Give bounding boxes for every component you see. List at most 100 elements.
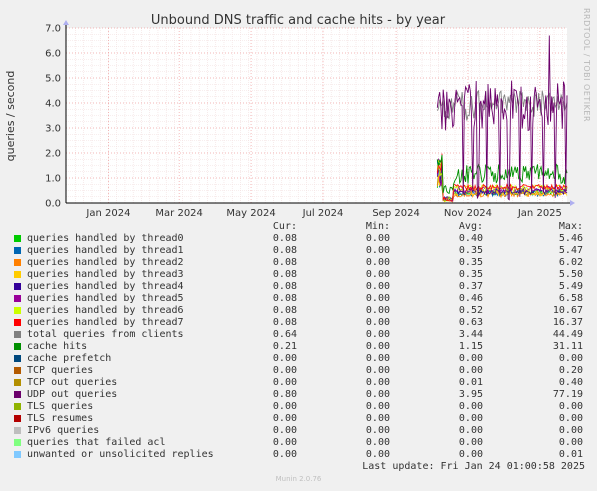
legend-series-name: cache prefetch: [27, 353, 112, 364]
legend-min: 0.00: [365, 365, 390, 376]
legend-series-name: queries handled by thread5: [27, 293, 184, 304]
legend-cur: 0.08: [272, 257, 297, 268]
y-tick-label: 4.0: [45, 99, 61, 110]
legend-swatch: [14, 283, 21, 290]
last-update: Last update: Fri Jan 24 01:00:58 2025: [362, 461, 585, 472]
legend-min: 0.00: [365, 413, 390, 424]
legend-avg: 0.35: [458, 257, 483, 268]
legend-series-name: TCP out queries: [27, 377, 118, 388]
legend-cur: 0.80: [272, 389, 297, 400]
legend-avg: 0.52: [458, 305, 483, 316]
legend-swatch: [14, 391, 21, 398]
header-cur: Cur:: [272, 221, 297, 232]
chart-title: Unbound DNS traffic and cache hits - by …: [151, 13, 446, 28]
x-tick-label: May 2024: [226, 208, 275, 219]
legend-swatch: [14, 235, 21, 242]
y-tick-label: 0.0: [45, 199, 61, 210]
legend-min: 0.00: [365, 305, 390, 316]
legend-swatch: [14, 307, 21, 314]
legend-series-name: queries handled by thread2: [27, 257, 184, 268]
x-tick-label: Sep 2024: [372, 208, 419, 219]
legend-min: 0.00: [365, 293, 390, 304]
legend-avg: 0.00: [458, 413, 483, 424]
legend-cur: 0.08: [272, 245, 297, 256]
legend-row: TCP out queries 0.00 0.00 0.01 0.40: [12, 377, 588, 389]
legend-row: queries handled by thread5 0.08 0.00 0.46 6.…: [12, 293, 588, 305]
chart-area: Unbound DNS traffic and cache hits - by …: [4, 8, 591, 219]
legend-min: 0.00: [365, 341, 390, 352]
legend-max: 10.67: [552, 305, 583, 316]
legend-min: 0.00: [365, 257, 390, 268]
legend-row: TLS resumes 0.00 0.00 0.00 0.00: [12, 413, 588, 425]
legend-swatch: [14, 319, 21, 326]
legend-avg: 0.37: [458, 281, 483, 292]
y-axis-arrow: [63, 20, 69, 25]
legend-min: 0.00: [365, 437, 390, 448]
munin-graph: Unbound DNS traffic and cache hits - by …: [0, 0, 597, 491]
legend-avg: 0.00: [458, 425, 483, 436]
legend-max: 5.50: [558, 269, 583, 280]
legend-series-name: queries handled by thread0: [27, 233, 184, 244]
legend-row: queries handled by thread4 0.08 0.00 0.37 5.…: [12, 281, 588, 293]
x-tick-label: Nov 2024: [444, 208, 492, 219]
legend-cur: 0.00: [272, 449, 297, 460]
legend-swatch: [14, 331, 21, 338]
legend-cur: 0.08: [272, 305, 297, 316]
legend-avg: 0.40: [458, 233, 483, 244]
legend-avg: 0.00: [458, 401, 483, 412]
legend-swatch: [14, 439, 21, 446]
legend-swatch: [14, 379, 21, 386]
y-tick-label: 5.0: [45, 74, 61, 85]
munin-version: Munin 2.0.76: [275, 475, 322, 483]
legend-max: 5.46: [558, 233, 583, 244]
header-min: Min:: [365, 221, 390, 232]
legend-min: 0.00: [365, 317, 390, 328]
legend-avg: 0.01: [458, 377, 483, 388]
legend-cur: 0.08: [272, 269, 297, 280]
legend-avg: 1.15: [458, 341, 483, 352]
legend-swatch: [14, 259, 21, 266]
legend-avg: 0.46: [458, 293, 483, 304]
legend-row: queries handled by thread0 0.08 0.00 0.40 5.…: [12, 233, 588, 245]
legend-max: 16.37: [552, 317, 583, 328]
legend-avg: 3.44: [458, 329, 483, 340]
legend-max: 0.20: [558, 365, 583, 376]
legend-avg: 0.35: [458, 245, 483, 256]
legend-swatch: [14, 403, 21, 410]
legend-series-name: IPv6 queries: [27, 425, 100, 436]
legend-series-name: UDP out queries: [27, 389, 118, 400]
legend-row: total queries from clients 0.64 0.00 3.44 44…: [12, 329, 588, 341]
legend-avg: 0.00: [458, 353, 483, 364]
legend-avg: 0.63: [458, 317, 483, 328]
legend-min: 0.00: [365, 449, 390, 460]
legend-row: queries handled by thread1 0.08 0.00 0.35 5.…: [12, 245, 588, 257]
legend-min: 0.00: [365, 377, 390, 388]
legend-swatch: [14, 343, 21, 350]
legend-swatch: [14, 451, 21, 458]
legend-min: 0.00: [365, 425, 390, 436]
legend-avg: 0.00: [458, 437, 483, 448]
legend-row: UDP out queries 0.80 0.00 3.95 77.19: [12, 389, 588, 401]
legend-cur: 0.00: [272, 413, 297, 424]
legend-max: 0.01: [558, 449, 583, 460]
legend-max: 0.00: [558, 413, 583, 424]
legend-series-name: TCP queries: [27, 365, 94, 376]
legend-swatch: [14, 247, 21, 254]
legend-max: 6.58: [558, 293, 583, 304]
legend-max: 0.00: [558, 353, 583, 364]
y-tick-label: 1.0: [45, 174, 61, 185]
legend-min: 0.00: [365, 353, 390, 364]
legend-cur: 0.08: [272, 293, 297, 304]
legend-cur: 0.00: [272, 353, 297, 364]
legend-table: Cur: Min: Avg: Max: queries handled by t…: [12, 221, 588, 461]
rrdtool-credit: RRDTOOL / TOBI OETIKER: [582, 8, 591, 122]
legend-max: 0.00: [558, 437, 583, 448]
legend-cur: 0.00: [272, 437, 297, 448]
legend-min: 0.00: [365, 401, 390, 412]
legend-row: unwanted or unsolicited replies 0.00 0.00 0…: [12, 449, 588, 461]
x-tick-label: Jul 2024: [302, 208, 344, 219]
legend-swatch: [14, 355, 21, 362]
legend-header: Cur: Min: Avg: Max:: [12, 221, 588, 233]
x-axis-arrow: [570, 200, 575, 206]
legend-row: queries handled by thread6 0.08 0.00 0.52 10…: [12, 305, 588, 317]
